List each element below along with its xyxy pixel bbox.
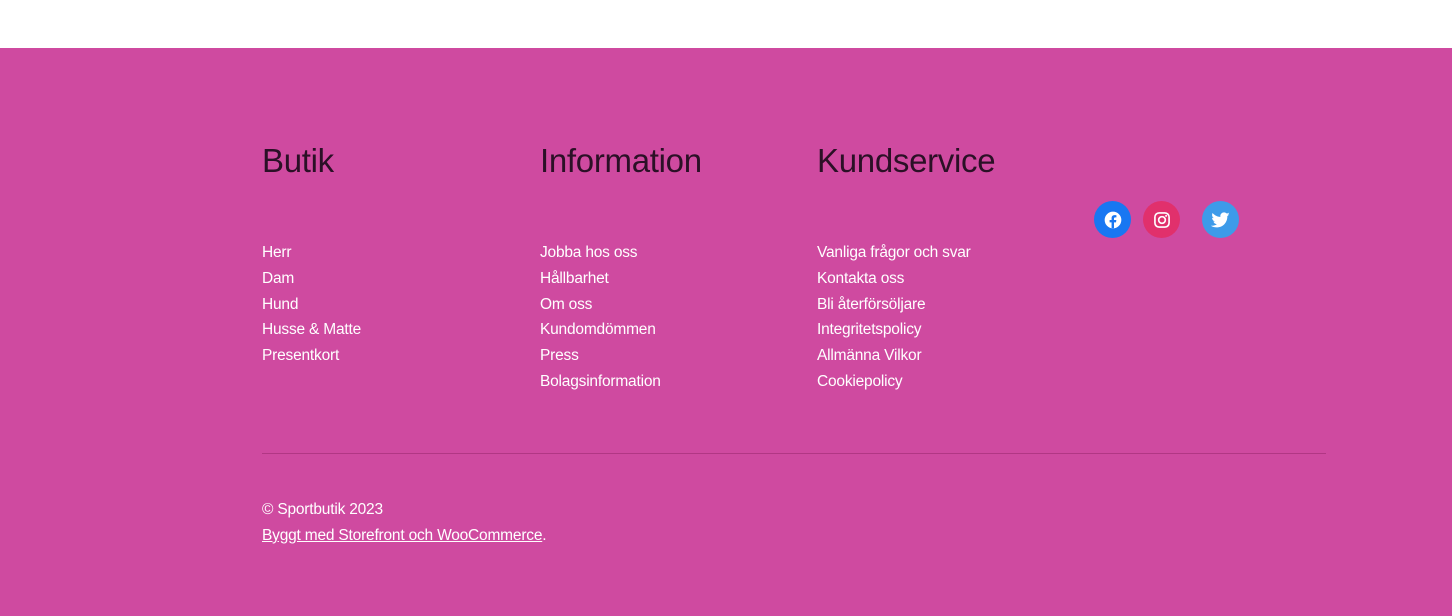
footer-link-hallbarhet[interactable]: Hållbarhet [540,270,609,287]
footer-link-integritetspolicy[interactable]: Integritetspolicy [817,321,921,338]
social-links [1094,201,1244,239]
instagram-icon [1153,211,1170,228]
twitter-link[interactable] [1202,201,1239,238]
footer-link-om-oss[interactable]: Om oss [540,296,592,313]
footer-link-bolagsinformation[interactable]: Bolagsinformation [540,373,661,390]
footer-link-press[interactable]: Press [540,347,579,364]
footer-link-list: Vanliga frågor och svar Kontakta oss Bli… [817,240,1077,395]
footer-column-information: Information Jobba hos oss Hållbarhet Om … [540,142,702,390]
footer-link-husse-matte[interactable]: Husse & Matte [262,321,361,338]
footer-divider [262,453,1326,454]
footer-link-kontakta-oss[interactable]: Kontakta oss [817,270,904,287]
credit-suffix: . [542,527,547,544]
credit-link[interactable]: Byggt med Storefront och WooCommerce [262,527,542,544]
footer-link-kundomdommen[interactable]: Kundomdömmen [540,321,656,338]
footer-bottom: © Sportbutik 2023 Byggt med Storefront o… [262,497,547,549]
instagram-link[interactable] [1143,201,1180,238]
footer-link-bli-aterforsaljare[interactable]: Bli återförsöljare [817,296,926,313]
footer-link-jobba-hos-oss[interactable]: Jobba hos oss [540,244,638,261]
footer-link-list: Herr Dam Hund Husse & Matte Presentkort [262,240,522,369]
footer-column-title: Information [540,142,702,179]
facebook-link[interactable] [1094,201,1131,238]
site-footer: Butik Herr Dam Hund Husse & Matte Presen… [0,48,1452,616]
copyright-text: © Sportbutik 2023 [262,501,383,518]
footer-link-allmanna-vilkor[interactable]: Allmänna Vilkor [817,347,922,364]
footer-link-dam[interactable]: Dam [262,270,294,287]
twitter-icon [1210,212,1230,228]
footer-link-cookiepolicy[interactable]: Cookiepolicy [817,373,903,390]
footer-column-title: Kundservice [817,142,996,179]
page-top-area [0,0,1452,48]
footer-column-title: Butik [262,142,334,179]
footer-column-butik: Butik Herr Dam Hund Husse & Matte Presen… [262,142,361,364]
footer-link-presentkort[interactable]: Presentkort [262,347,339,364]
facebook-icon [1104,211,1121,228]
footer-link-herr[interactable]: Herr [262,244,292,261]
credit-line: Byggt med Storefront och WooCommerce. [262,523,547,549]
footer-column-kundservice: Kundservice Vanliga frågor och svar Kont… [817,142,996,390]
footer-link-list: Jobba hos oss Hållbarhet Om oss Kundomdö… [540,240,800,395]
footer-link-faq[interactable]: Vanliga frågor och svar [817,244,971,261]
footer-link-hund[interactable]: Hund [262,296,298,313]
